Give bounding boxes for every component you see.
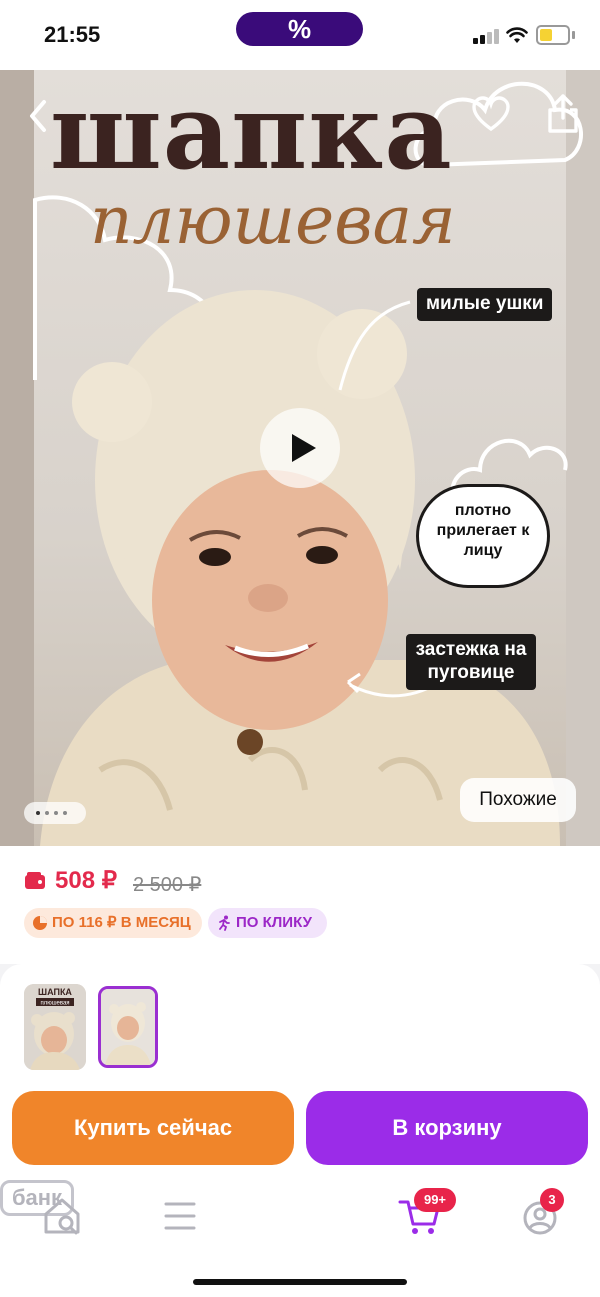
thumbnail-2-image [101,989,155,1065]
feature-tag-clasp: застежка на пуговице [406,634,536,690]
home-search-icon[interactable] [40,1194,88,1238]
home-indicator [193,1279,407,1285]
hero-title: шапка [50,70,453,193]
wallet-icon [25,872,45,889]
thumbnail-1[interactable]: ШАПКА плюшевая [24,984,86,1070]
back-chevron-icon[interactable] [22,96,54,136]
price-section: 508 ₽ 2 500 ₽ ПО 116 ₽ В МЕСЯЦ ПО КЛИКУ [0,846,600,964]
pie-chart-icon [33,916,47,930]
similar-items-button[interactable]: Похожие [460,778,576,822]
old-price: 2 500 ₽ [133,874,202,896]
feature-tag-ears: милые ушки [417,288,553,321]
cart-count-badge: 99+ [414,1188,456,1212]
status-bar: 21:55 % [0,0,600,70]
one-click-badge[interactable]: ПО КЛИКУ [208,908,327,938]
add-to-cart-button[interactable]: В корзину [306,1091,588,1165]
battery-tip [572,31,575,39]
battery-icon [536,25,570,45]
profile-notification-badge: 3 [540,1188,564,1212]
play-icon [292,434,316,462]
feature-bubble-fit: плотно прилегает к лицу [416,484,550,588]
status-time: 21:55 [44,22,101,47]
promo-pill[interactable]: % [236,12,363,46]
thumbnail-strip: ШАПКА плюшевая [0,964,600,1082]
share-icon[interactable] [546,92,580,134]
one-click-badge-label: ПО КЛИКУ [236,914,312,931]
cellular-signal-icon [473,28,501,44]
thumbnail-2-selected[interactable] [98,986,158,1068]
running-person-icon [219,915,230,931]
carousel-dot [63,811,67,815]
buy-now-button[interactable]: Купить сейчас [12,1091,294,1165]
carousel-dot [36,811,40,815]
catalog-menu-icon[interactable] [156,1194,204,1238]
thumbnail-1-image: ШАПКА плюшевая [24,984,86,1070]
carousel-dots [24,802,86,824]
thumbnail-card: ШАПКА плюшевая [0,964,600,1082]
heart-icon[interactable] [472,96,510,132]
action-bar: Купить сейчас В корзину [0,1082,600,1180]
hero-subtitle: плюшевая [90,182,456,259]
thumbnail-1-subtitle: плюшевая [40,1001,69,1007]
product-image-carousel[interactable]: шапка плюшевая милые ушки плотно прилега… [0,70,600,846]
wifi-icon [506,27,528,43]
thumbnail-1-title: ШАПКА [38,987,72,997]
carousel-dot [45,811,49,815]
play-video-button[interactable] [260,408,340,488]
installment-badge[interactable]: ПО 116 ₽ В МЕСЯЦ [24,908,202,938]
installment-badge-label: ПО 116 ₽ В МЕСЯЦ [52,914,191,931]
carousel-dot [54,811,58,815]
current-price: 508 ₽ [55,867,117,894]
